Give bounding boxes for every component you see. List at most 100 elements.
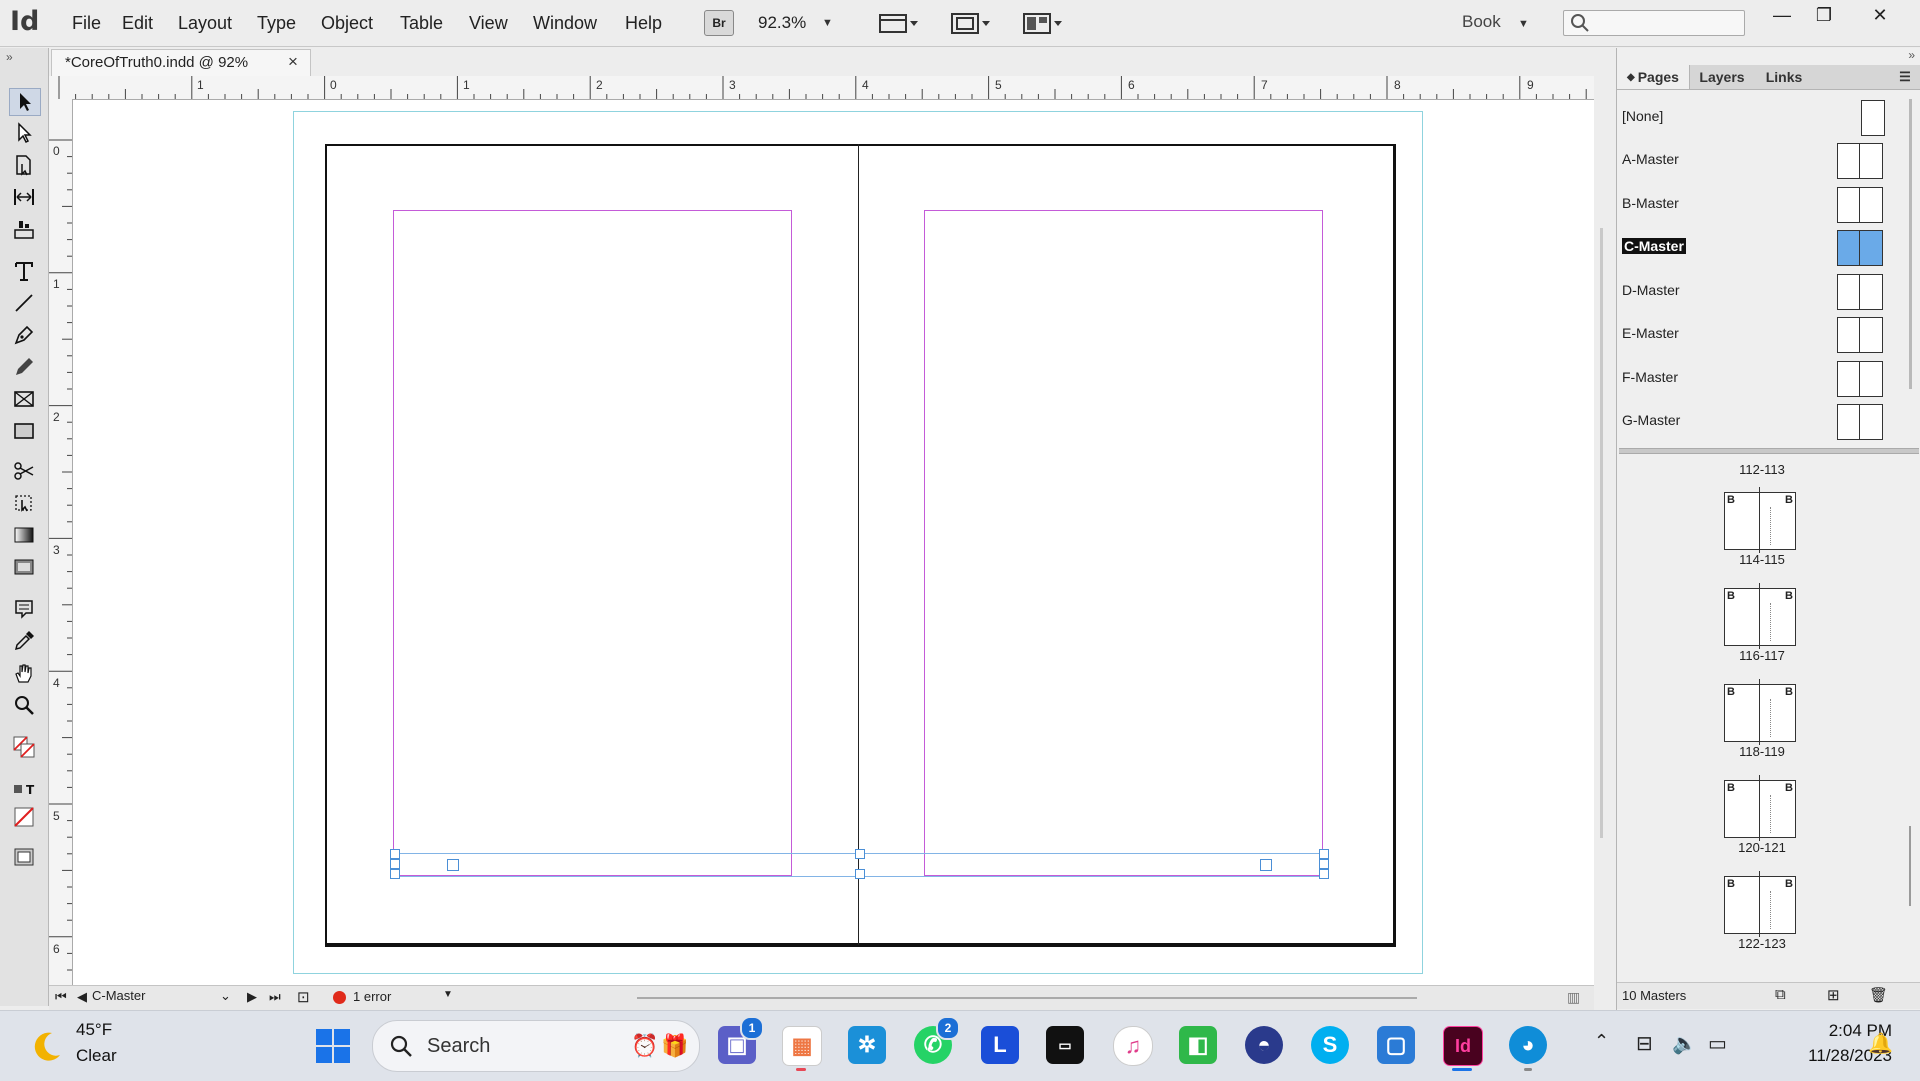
workspace-dropdown-arrow-icon[interactable]: ▼	[1518, 18, 1529, 30]
hand-tool[interactable]	[9, 660, 39, 686]
master-row-g[interactable]: G-Master	[1617, 401, 1907, 441]
master-row-c[interactable]: C-Master	[1617, 227, 1907, 267]
tab-pages[interactable]: ◆ Pages	[1617, 65, 1690, 89]
type-tool[interactable]	[9, 258, 39, 284]
edit-page-size-icon[interactable]: ⧉	[1775, 986, 1786, 1003]
whatsapp-icon[interactable]: ✆ 2	[914, 1016, 960, 1064]
rectangle-tool[interactable]	[9, 418, 39, 444]
itunes-icon[interactable]: ♫	[1113, 1026, 1153, 1066]
zoom-dropdown-arrow-icon[interactable]: ▼	[822, 17, 833, 29]
camtasia-icon[interactable]: ◧	[1179, 1026, 1217, 1064]
tab-links[interactable]: Links	[1755, 65, 1813, 89]
spread-item[interactable]: B B 114-115	[1617, 482, 1907, 578]
preflight-status[interactable]: 1 error	[353, 989, 391, 1004]
first-page-icon[interactable]: ⏮	[55, 989, 67, 1005]
horizontal-ruler[interactable]: 1 0 1 2 3 4 5 6 7 8 9	[49, 76, 1594, 100]
microsoft-store-icon[interactable]: ▦	[782, 1026, 822, 1066]
master-row-a[interactable]: A-Master	[1617, 140, 1907, 180]
restore-button[interactable]: ❐	[1806, 2, 1842, 28]
collapse-panel-icon[interactable]: »	[6, 50, 13, 64]
browser-shield-icon[interactable]: ◓	[1245, 1026, 1283, 1064]
screen-mode-tool[interactable]	[9, 844, 39, 870]
menu-view[interactable]: View	[469, 13, 508, 34]
menu-window[interactable]: Window	[533, 13, 597, 34]
note-tool[interactable]	[9, 596, 39, 622]
spread-item[interactable]: B B 122-123	[1617, 866, 1907, 962]
line-tool[interactable]	[9, 290, 39, 316]
close-document-icon[interactable]: ×	[288, 52, 298, 72]
minimize-button[interactable]: —	[1764, 2, 1800, 28]
previous-page-icon[interactable]: ◀	[77, 989, 87, 1005]
split-window-icon[interactable]: ▥	[1567, 989, 1580, 1006]
frame-handle-top-middle[interactable]	[855, 849, 865, 859]
app-launcher-icon[interactable]: ✲	[848, 1026, 886, 1064]
vertical-ruler[interactable]: 0 1 2 3 4 5 6	[49, 99, 73, 985]
menu-file[interactable]: File	[72, 13, 101, 34]
masters-scrollbar[interactable]	[1909, 99, 1912, 389]
scissors-tool[interactable]	[9, 458, 39, 484]
spread-item[interactable]: B B 118-119	[1617, 674, 1907, 770]
spread-item[interactable]: B B 120-121	[1617, 770, 1907, 866]
l-app-icon[interactable]: L	[981, 1026, 1019, 1064]
skype-icon[interactable]: S	[1311, 1026, 1349, 1064]
rectangle-frame-tool[interactable]	[9, 386, 39, 412]
master-row-f[interactable]: F-Master	[1617, 358, 1907, 398]
frame-handle-bottom-right[interactable]	[1319, 869, 1329, 879]
view-options-button[interactable]	[878, 10, 920, 36]
frame-out-port[interactable]	[1260, 859, 1272, 871]
frame-handle-bottom-left[interactable]	[390, 869, 400, 879]
menu-edit[interactable]: Edit	[122, 13, 153, 34]
indesign-taskbar-icon[interactable]: Id	[1443, 1026, 1483, 1066]
pen-tool[interactable]	[9, 322, 39, 348]
master-row-b[interactable]: B-Master	[1617, 184, 1907, 224]
tab-layers[interactable]: Layers	[1689, 65, 1755, 89]
next-page-icon[interactable]: ▶	[247, 989, 257, 1005]
formatting-affects-container[interactable]: T	[9, 776, 39, 802]
menu-table[interactable]: Table	[400, 13, 443, 34]
terminal-icon[interactable]: ▭	[1046, 1026, 1084, 1064]
remote-desktop-icon[interactable]: ▢	[1377, 1026, 1415, 1064]
frame-handle-top-right[interactable]	[1319, 849, 1329, 859]
fill-stroke-swatch[interactable]	[9, 734, 39, 760]
help-search-input[interactable]	[1563, 10, 1745, 36]
pages-panel-divider[interactable]	[1619, 448, 1919, 454]
horizontal-scrollbar[interactable]	[637, 997, 1417, 999]
eyedropper-tool[interactable]	[9, 628, 39, 654]
gradient-feather-tool[interactable]	[9, 554, 39, 580]
master-row-d[interactable]: D-Master	[1617, 271, 1907, 311]
delete-page-icon[interactable]: 🗑	[1869, 986, 1888, 1004]
free-transform-tool[interactable]	[9, 490, 39, 516]
pages-scrollbar[interactable]	[1909, 826, 1911, 906]
new-page-icon[interactable]: ⊞	[1827, 986, 1840, 1004]
pencil-tool[interactable]	[9, 354, 39, 380]
moon-weather-icon[interactable]	[30, 1029, 64, 1063]
edge-icon[interactable]: ◕	[1509, 1026, 1547, 1064]
canvas-vertical-scrollbar[interactable]	[1600, 228, 1603, 838]
selection-tool[interactable]	[9, 88, 41, 116]
gradient-swatch-tool[interactable]	[9, 522, 39, 548]
selected-text-frame[interactable]	[390, 849, 1329, 879]
arrange-documents-button[interactable]	[1022, 10, 1064, 36]
battery-icon[interactable]: ▭	[1708, 1031, 1727, 1056]
zoom-level[interactable]: 92.3%	[758, 13, 806, 33]
taskbar-search-box[interactable]: Search ⏰ 🎁	[372, 1020, 700, 1072]
expand-panel-icon[interactable]: »	[1908, 48, 1915, 62]
preflight-dropdown-arrow-icon[interactable]: ▼	[443, 989, 453, 1000]
notification-bell-icon[interactable]: 🔔	[1868, 1031, 1893, 1056]
network-icon[interactable]: ⊟	[1636, 1031, 1653, 1056]
direct-selection-tool[interactable]	[9, 120, 39, 146]
teams-chat-icon[interactable]: ▣ 1	[718, 1016, 764, 1064]
page-selector[interactable]: C-Master ⌄	[92, 988, 237, 1006]
volume-icon[interactable]: 🔈	[1672, 1031, 1697, 1056]
windows-start-icon[interactable]	[315, 1028, 351, 1064]
gap-tool[interactable]	[9, 184, 39, 210]
menu-help[interactable]: Help	[625, 13, 662, 34]
document-tab[interactable]: *CoreOfTruth0.indd @ 92% ×	[51, 49, 311, 76]
master-row-none[interactable]: [None]	[1617, 97, 1907, 137]
menu-layout[interactable]: Layout	[178, 13, 232, 34]
menu-object[interactable]: Object	[321, 13, 373, 34]
frame-in-port[interactable]	[447, 859, 459, 871]
weather-temperature[interactable]: 45°F	[76, 1020, 112, 1040]
frame-handle-bottom-middle[interactable]	[855, 869, 865, 879]
menu-type[interactable]: Type	[257, 13, 296, 34]
